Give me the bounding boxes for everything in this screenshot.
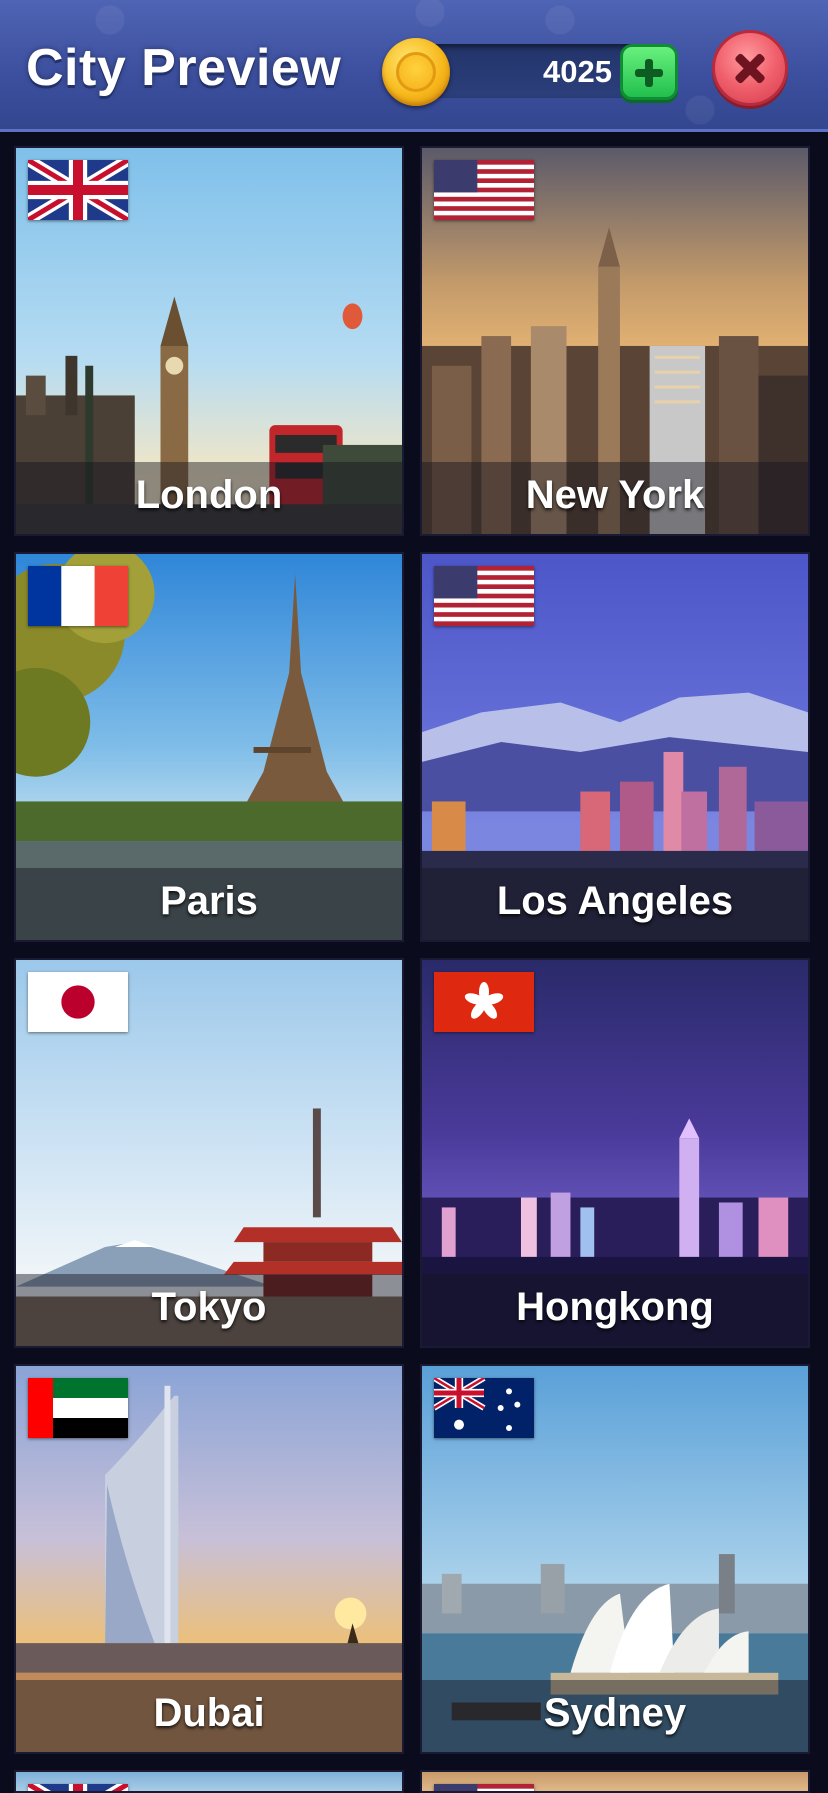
uae-flag-icon	[28, 1378, 128, 1438]
city-card-partial-left[interactable]	[14, 1770, 404, 1793]
city-name: Sydney	[543, 1691, 687, 1735]
us-flag-icon	[434, 1784, 534, 1791]
japan-flag-icon	[28, 972, 128, 1032]
city-card-hongkong[interactable]: Hongkong	[420, 958, 810, 1348]
city-name: Paris	[160, 879, 258, 923]
top-bar: City Preview 4025	[0, 0, 828, 132]
us-flag-icon	[434, 566, 534, 626]
city-grid: London New York Paris Los Angeles Tokyo …	[0, 132, 828, 1793]
city-card-paris[interactable]: Paris	[14, 552, 404, 942]
add-coins-button[interactable]	[620, 44, 678, 100]
gold-coin-icon	[382, 38, 450, 106]
france-flag-icon	[28, 566, 128, 626]
city-card-london[interactable]: London	[14, 146, 404, 536]
city-name: Hongkong	[516, 1285, 714, 1329]
city-name: Tokyo	[151, 1285, 267, 1329]
hongkong-flag-icon	[434, 972, 534, 1032]
city-name: Dubai	[153, 1691, 265, 1735]
city-card-partial-right[interactable]	[420, 1770, 810, 1793]
close-button[interactable]	[712, 30, 788, 106]
uk-flag-icon	[28, 1784, 128, 1791]
city-card-new-york[interactable]: New York	[420, 146, 810, 536]
uk-flag-icon	[28, 160, 128, 220]
page-title: City Preview	[26, 39, 342, 97]
city-card-sydney[interactable]: Sydney	[420, 1364, 810, 1754]
city-name: Los Angeles	[496, 879, 734, 923]
city-card-los-angeles[interactable]: Los Angeles	[420, 552, 810, 942]
us-flag-icon	[434, 160, 534, 220]
coin-balance: 4025	[543, 54, 612, 89]
australia-flag-icon	[434, 1378, 534, 1438]
city-name: London	[135, 473, 283, 517]
city-card-dubai[interactable]: Dubai	[14, 1364, 404, 1754]
city-card-tokyo[interactable]: Tokyo	[14, 958, 404, 1348]
city-name: New York	[525, 473, 705, 517]
